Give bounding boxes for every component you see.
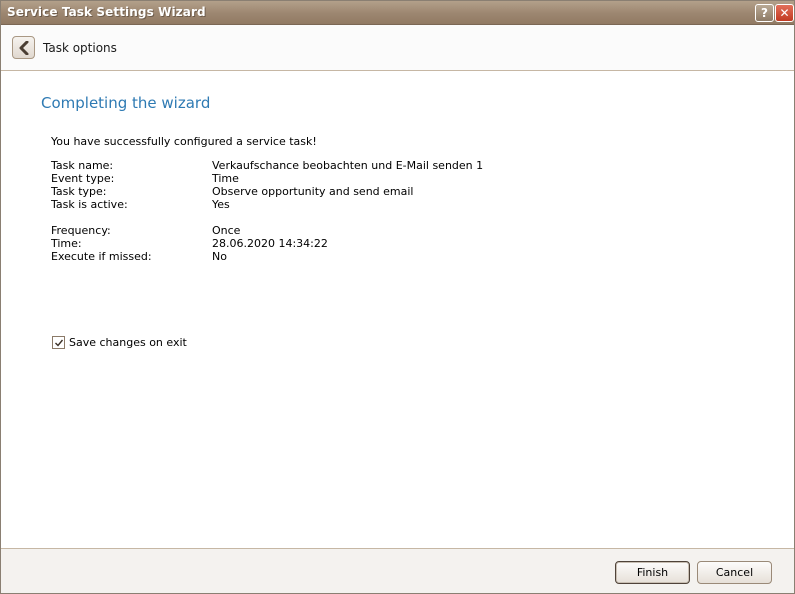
frequency-label: Frequency: (51, 224, 111, 237)
wizard-window: Service Task Settings Wizard ? ✕ Task op… (0, 0, 795, 594)
wizard-content: Completing the wizard You have successfu… (1, 72, 794, 548)
checkmark-icon (55, 339, 64, 347)
finish-button[interactable]: Finish (615, 561, 690, 584)
cancel-button[interactable]: Cancel (697, 561, 772, 584)
success-message: You have successfully configured a servi… (51, 135, 317, 148)
wizard-heading: Completing the wizard (41, 94, 211, 112)
wizard-footer: Finish Cancel (1, 548, 794, 593)
title-bar[interactable]: Service Task Settings Wizard ? ✕ (1, 1, 794, 25)
event-type-value: Time (212, 172, 239, 185)
page-title: Task options (43, 41, 117, 55)
task-name-value: Verkaufschance beobachten und E-Mail sen… (212, 159, 484, 172)
time-value: 28.06.2020 14:34:22 (212, 237, 328, 250)
save-changes-checkbox[interactable] (52, 336, 65, 349)
execute-missed-label: Execute if missed: (51, 250, 152, 263)
back-button[interactable] (12, 36, 35, 59)
close-button[interactable]: ✕ (775, 4, 794, 22)
task-active-value: Yes (212, 198, 230, 211)
event-type-label: Event type: (51, 172, 115, 185)
task-active-label: Task is active: (51, 198, 128, 211)
help-button[interactable]: ? (755, 4, 774, 22)
save-changes-option[interactable]: Save changes on exit (52, 335, 252, 351)
wizard-header: Task options (1, 25, 794, 71)
window-title: Service Task Settings Wizard (7, 5, 206, 19)
execute-missed-value: No (212, 250, 227, 263)
task-type-label: Task type: (51, 185, 107, 198)
save-changes-label: Save changes on exit (69, 336, 187, 349)
frequency-value: Once (212, 224, 241, 237)
time-label: Time: (51, 237, 82, 250)
task-type-value: Observe opportunity and send email (212, 185, 414, 198)
back-arrow-icon (19, 41, 29, 55)
task-name-label: Task name: (51, 159, 114, 172)
